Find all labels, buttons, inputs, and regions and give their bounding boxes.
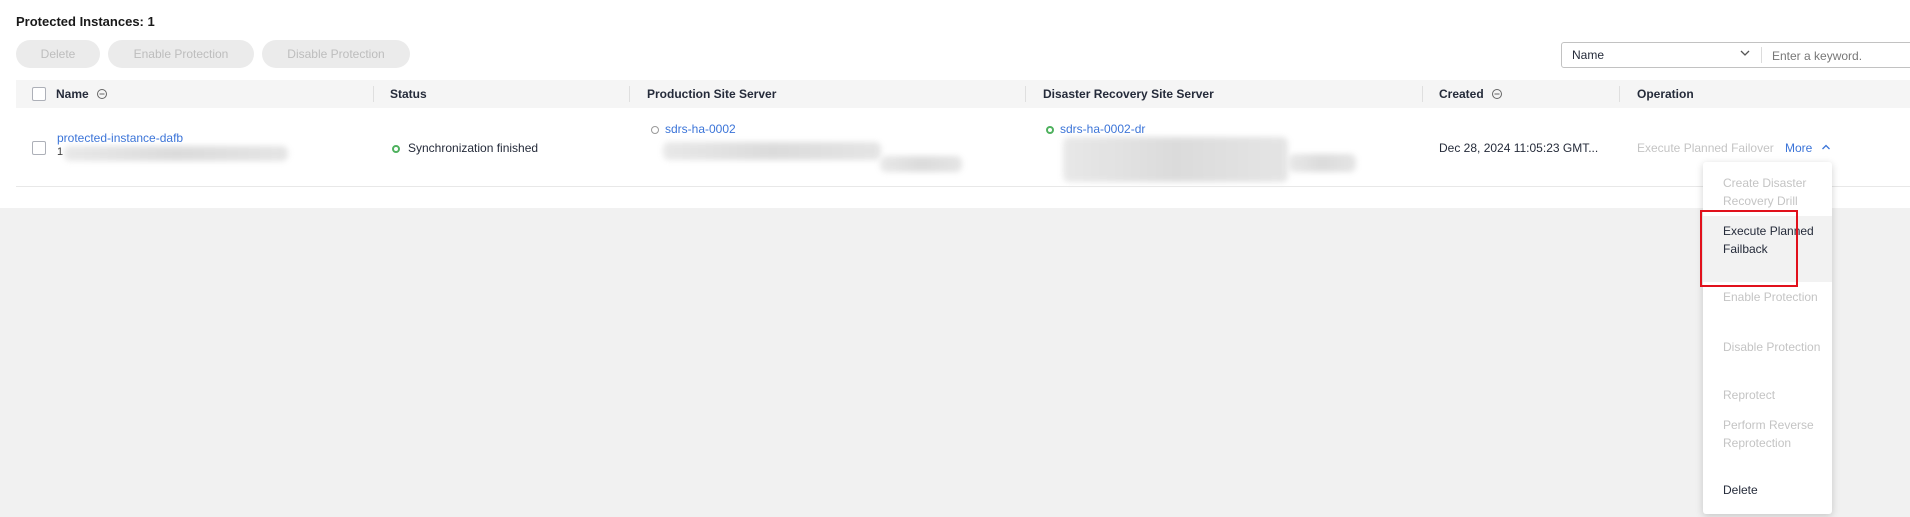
enable-protection-button[interactable]: Enable Protection <box>108 40 254 68</box>
menu-item-disable-protection[interactable]: Disable Protection <box>1723 338 1823 356</box>
header-name: Name <box>56 87 108 101</box>
execute-planned-failover-link[interactable]: Execute Planned Failover <box>1637 141 1774 155</box>
column-separator <box>1025 86 1026 102</box>
redacted-production-info <box>663 142 881 160</box>
menu-item-delete[interactable]: Delete <box>1723 481 1823 499</box>
header-status: Status <box>390 87 427 101</box>
more-label: More <box>1785 141 1813 155</box>
column-separator <box>373 86 374 102</box>
header-created-label: Created <box>1439 87 1484 101</box>
created-time: Dec 28, 2024 11:05:23 GMT... <box>1439 141 1599 155</box>
status-ok-icon <box>1046 125 1054 134</box>
delete-button[interactable]: Delete <box>16 40 100 68</box>
status-ok-icon <box>392 144 400 153</box>
menu-item-create-dr-drill[interactable]: Create Disaster Recovery Drill <box>1723 174 1823 210</box>
menu-item-enable-protection[interactable]: Enable Protection <box>1723 288 1823 306</box>
disable-protection-button[interactable]: Disable Protection <box>262 40 410 68</box>
page-background <box>0 208 1910 517</box>
row-divider <box>16 186 1910 187</box>
menu-item-reverse-reprotection[interactable]: Perform Reverse Reprotection <box>1723 416 1823 452</box>
instance-id-text: 1 <box>57 146 64 158</box>
header-created: Created <box>1439 87 1503 101</box>
sort-icon[interactable] <box>1491 88 1503 100</box>
sort-icon[interactable] <box>96 88 108 100</box>
instance-name-link[interactable]: protected-instance-dafb <box>57 131 183 145</box>
column-separator <box>1619 86 1620 102</box>
search-field-select[interactable]: Name <box>1572 48 1604 62</box>
header-name-label: Name <box>56 87 89 101</box>
chevron-up-icon <box>1821 144 1830 150</box>
table-header: Name Status Production Site Server Disas… <box>16 80 1910 108</box>
menu-item-reprotect[interactable]: Reprotect <box>1723 386 1823 404</box>
dr-server-link[interactable]: sdrs-ha-0002-dr <box>1060 122 1145 136</box>
redacted-dr-info <box>1288 154 1356 172</box>
chevron-down-icon[interactable] <box>1738 46 1752 60</box>
header-dr-server: Disaster Recovery Site Server <box>1043 87 1214 101</box>
column-separator <box>1422 86 1423 102</box>
highlight-box <box>1700 210 1798 287</box>
search-bar: Name <box>1561 42 1910 68</box>
more-dropdown-toggle[interactable]: More <box>1785 141 1832 155</box>
redacted-dr-info <box>1063 137 1288 182</box>
column-separator <box>629 86 630 102</box>
select-all-checkbox[interactable] <box>32 87 46 101</box>
production-server-link[interactable]: sdrs-ha-0002 <box>665 122 736 136</box>
search-input[interactable] <box>1770 45 1910 67</box>
row-checkbox[interactable] <box>32 141 46 155</box>
page-title: Protected Instances: 1 <box>16 14 155 29</box>
redacted-production-info <box>880 156 962 172</box>
header-operation: Operation <box>1637 87 1694 101</box>
search-divider <box>1761 47 1762 63</box>
production-server-cell: sdrs-ha-0002 <box>651 122 736 136</box>
status-cell: Synchronization finished <box>392 141 538 155</box>
status-ring-icon <box>651 125 659 134</box>
header-production-server: Production Site Server <box>647 87 777 101</box>
status-text: Synchronization finished <box>408 141 539 155</box>
redacted-instance-id <box>64 146 288 161</box>
dr-server-cell: sdrs-ha-0002-dr <box>1046 122 1145 136</box>
